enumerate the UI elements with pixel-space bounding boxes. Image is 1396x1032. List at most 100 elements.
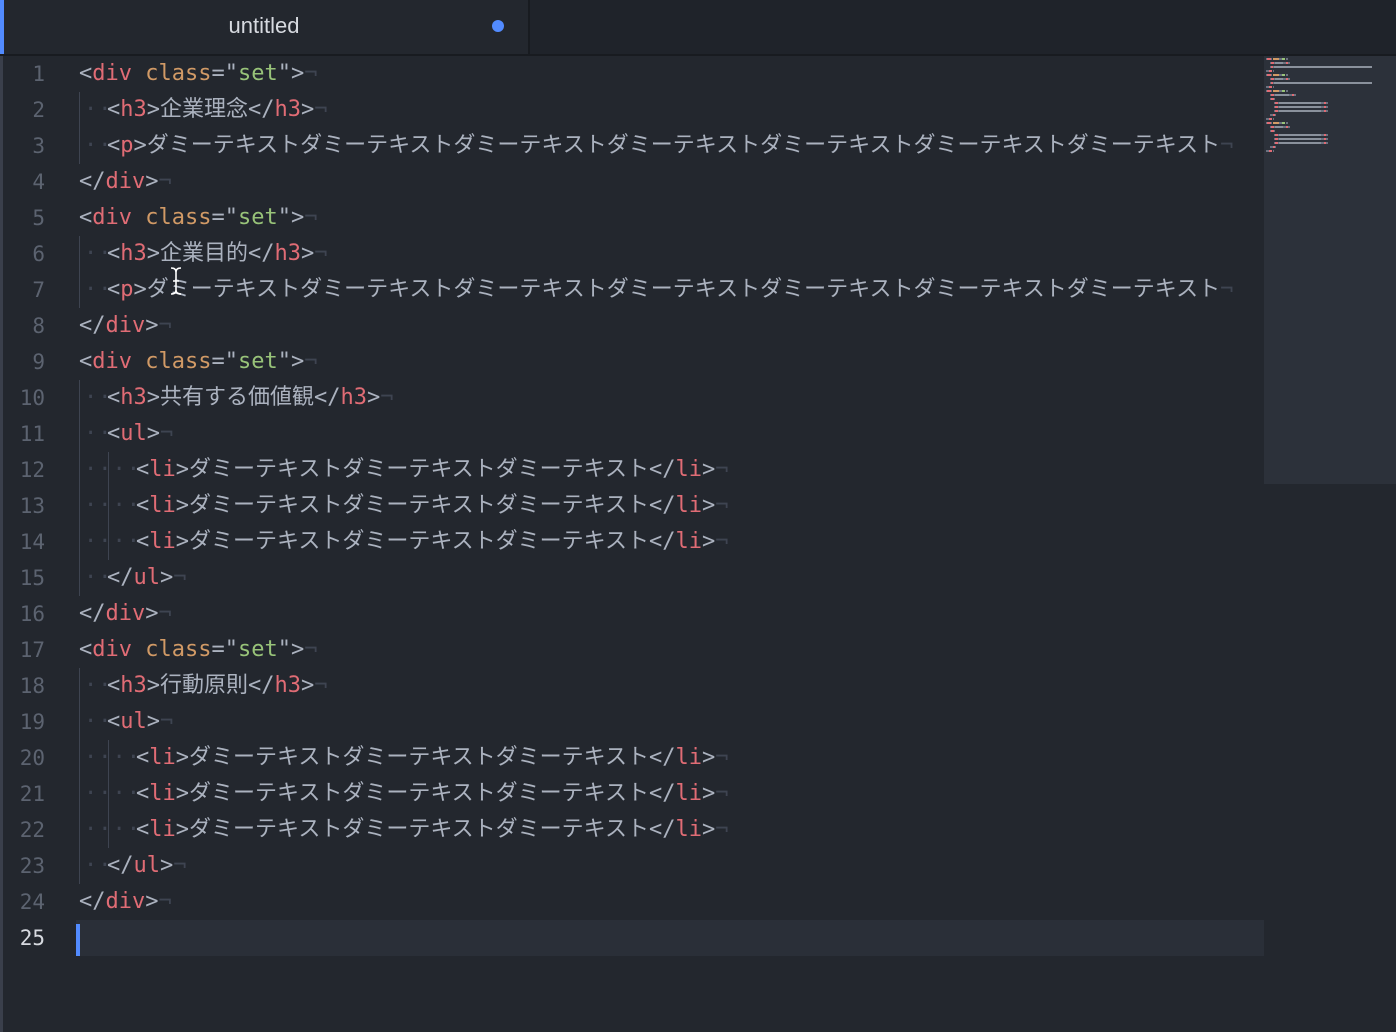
minimap[interactable]: [1264, 56, 1396, 1032]
token-punct: </: [649, 817, 676, 842]
token-tag: li: [675, 745, 703, 770]
code-line[interactable]: ··<p>ダミーテキストダミーテキストダミーテキストダミーテキストダミーテキスト…: [84, 272, 1233, 308]
code-line[interactable]: ··<h3>企業理念</h3>¬: [84, 92, 328, 128]
tab-bar: untitled: [0, 0, 1396, 56]
token-tag: h3: [120, 241, 147, 266]
line-number[interactable]: 19: [3, 704, 45, 740]
token-tag: li: [675, 817, 703, 842]
token-str: set: [237, 61, 278, 86]
indent-guide: [79, 740, 80, 776]
line-number[interactable]: 14: [3, 524, 45, 560]
line-number[interactable]: 18: [3, 668, 45, 704]
token-punct: >: [175, 781, 189, 806]
line-number[interactable]: 3: [3, 128, 45, 164]
minimap-segment: [1288, 126, 1290, 128]
line-number[interactable]: 1: [3, 56, 45, 92]
code-line[interactable]: </div>¬: [79, 596, 172, 632]
token-tag: div: [105, 169, 146, 194]
code-line[interactable]: ··<h3>企業目的</h3>¬: [84, 236, 328, 272]
line-number[interactable]: 4: [3, 164, 45, 200]
line-number[interactable]: 11: [3, 416, 45, 452]
code-line[interactable]: ··<ul>¬: [84, 416, 173, 452]
line-number[interactable]: 7: [3, 272, 45, 308]
minimap-segment: [1285, 58, 1289, 60]
line-number[interactable]: 24: [3, 884, 45, 920]
line-number[interactable]: 9: [3, 344, 45, 380]
line-number[interactable]: 13: [3, 488, 45, 524]
code-line[interactable]: ····<li>ダミーテキストダミーテキストダミーテキスト</li>¬: [84, 776, 729, 812]
whitespace-marker: ····: [84, 457, 141, 482]
line-number[interactable]: 22: [3, 812, 45, 848]
code-line[interactable]: <div class="set">¬: [79, 344, 317, 380]
token-punct: >: [175, 529, 189, 554]
token-punct: >: [301, 241, 315, 266]
line-number[interactable]: 5: [3, 200, 45, 236]
line-number[interactable]: 10: [3, 380, 45, 416]
tab-title[interactable]: untitled: [0, 0, 528, 54]
code-line[interactable]: ··</ul>¬: [84, 560, 187, 596]
token-punct: >: [301, 673, 315, 698]
token-tag: ul: [120, 421, 147, 446]
token-punct: =": [211, 205, 238, 230]
token-punct: =": [211, 61, 238, 86]
token-punct: >: [175, 817, 189, 842]
whitespace-marker: ··: [84, 709, 113, 734]
code-line[interactable]: ····<li>ダミーテキストダミーテキストダミーテキスト</li>¬: [84, 524, 729, 560]
indent-guide: [79, 416, 80, 452]
token-punct: >: [133, 277, 147, 302]
code-line[interactable]: ····<li>ダミーテキストダミーテキストダミーテキスト</li>¬: [84, 452, 729, 488]
line-number[interactable]: 15: [3, 560, 45, 596]
line-number[interactable]: 17: [3, 632, 45, 668]
token-punct: ">: [277, 61, 305, 86]
line-number[interactable]: 16: [3, 596, 45, 632]
line-number[interactable]: 6: [3, 236, 45, 272]
token-punct: >: [301, 97, 315, 122]
line-number[interactable]: 20: [3, 740, 45, 776]
end-of-line-marker: ¬: [715, 817, 729, 842]
token-punct: >: [146, 385, 160, 410]
whitespace-marker: ··: [84, 421, 113, 446]
code-line[interactable]: ··<h3>共有する価値観</h3>¬: [84, 380, 394, 416]
code-line[interactable]: ····<li>ダミーテキストダミーテキストダミーテキスト</li>¬: [84, 740, 729, 776]
line-number[interactable]: 21: [3, 776, 45, 812]
line-number[interactable]: 2: [3, 92, 45, 128]
token-text: 企業理念: [160, 97, 249, 122]
code-line[interactable]: ··<h3>行動原則</h3>¬: [84, 668, 328, 704]
code-line[interactable]: </div>¬: [79, 164, 172, 200]
code-editor[interactable]: 1 2 3 4 5 6 7 8 9 10 11 12 13 14 15 16 17 18 19 20 21 22 23 24 2…: [0, 56, 1264, 1032]
line-number[interactable]: 23: [3, 848, 45, 884]
whitespace-marker: ··: [84, 385, 113, 410]
code-line[interactable]: </div>¬: [79, 884, 172, 920]
minimap-viewport[interactable]: [1264, 56, 1396, 484]
code-line[interactable]: </div>¬: [79, 308, 172, 344]
code-line[interactable]: ····<li>ダミーテキストダミーテキストダミーテキスト</li>¬: [84, 488, 729, 524]
end-of-line-marker: ¬: [314, 241, 328, 266]
tab-untitled[interactable]: untitled: [0, 0, 530, 54]
token-punct: <: [136, 745, 150, 770]
token-punct: [132, 205, 145, 230]
minimap-segment: [1285, 90, 1289, 92]
unsaved-dot-icon[interactable]: [492, 20, 504, 32]
code-line[interactable]: ····<li>ダミーテキストダミーテキストダミーテキスト</li>¬: [84, 812, 729, 848]
indent-guide: [79, 92, 80, 128]
token-punct: </: [649, 529, 676, 554]
token-punct: >: [145, 313, 159, 338]
code-area[interactable]: <div class="set">¬ ··<h3>企業理念</h3>¬ ··<p>ダ…: [76, 56, 1264, 1032]
code-line[interactable]: <div class="set">¬: [79, 200, 317, 236]
token-punct: >: [145, 889, 159, 914]
code-line[interactable]: <div class="set">¬: [79, 56, 317, 92]
token-tag: div: [105, 601, 146, 626]
code-line[interactable]: ··<ul>¬: [84, 704, 173, 740]
token-punct: >: [133, 133, 147, 158]
token-punct: [132, 637, 145, 662]
minimap-segment: [1279, 106, 1322, 108]
line-number[interactable]: 12: [3, 452, 45, 488]
code-line[interactable]: ··<p>ダミーテキストダミーテキストダミーテキストダミーテキストダミーテキスト…: [84, 128, 1233, 164]
line-number[interactable]: 8: [3, 308, 45, 344]
token-attr: class: [145, 205, 212, 230]
minimap-segment: [1326, 134, 1328, 136]
line-number-gutter[interactable]: 1 2 3 4 5 6 7 8 9 10 11 12 13 14 15 16 17 18 19 20 21 22 23 24 2…: [3, 56, 63, 1032]
line-number[interactable]: 25: [3, 920, 45, 956]
code-line[interactable]: <div class="set">¬: [79, 632, 317, 668]
code-line[interactable]: ··</ul>¬: [84, 848, 187, 884]
